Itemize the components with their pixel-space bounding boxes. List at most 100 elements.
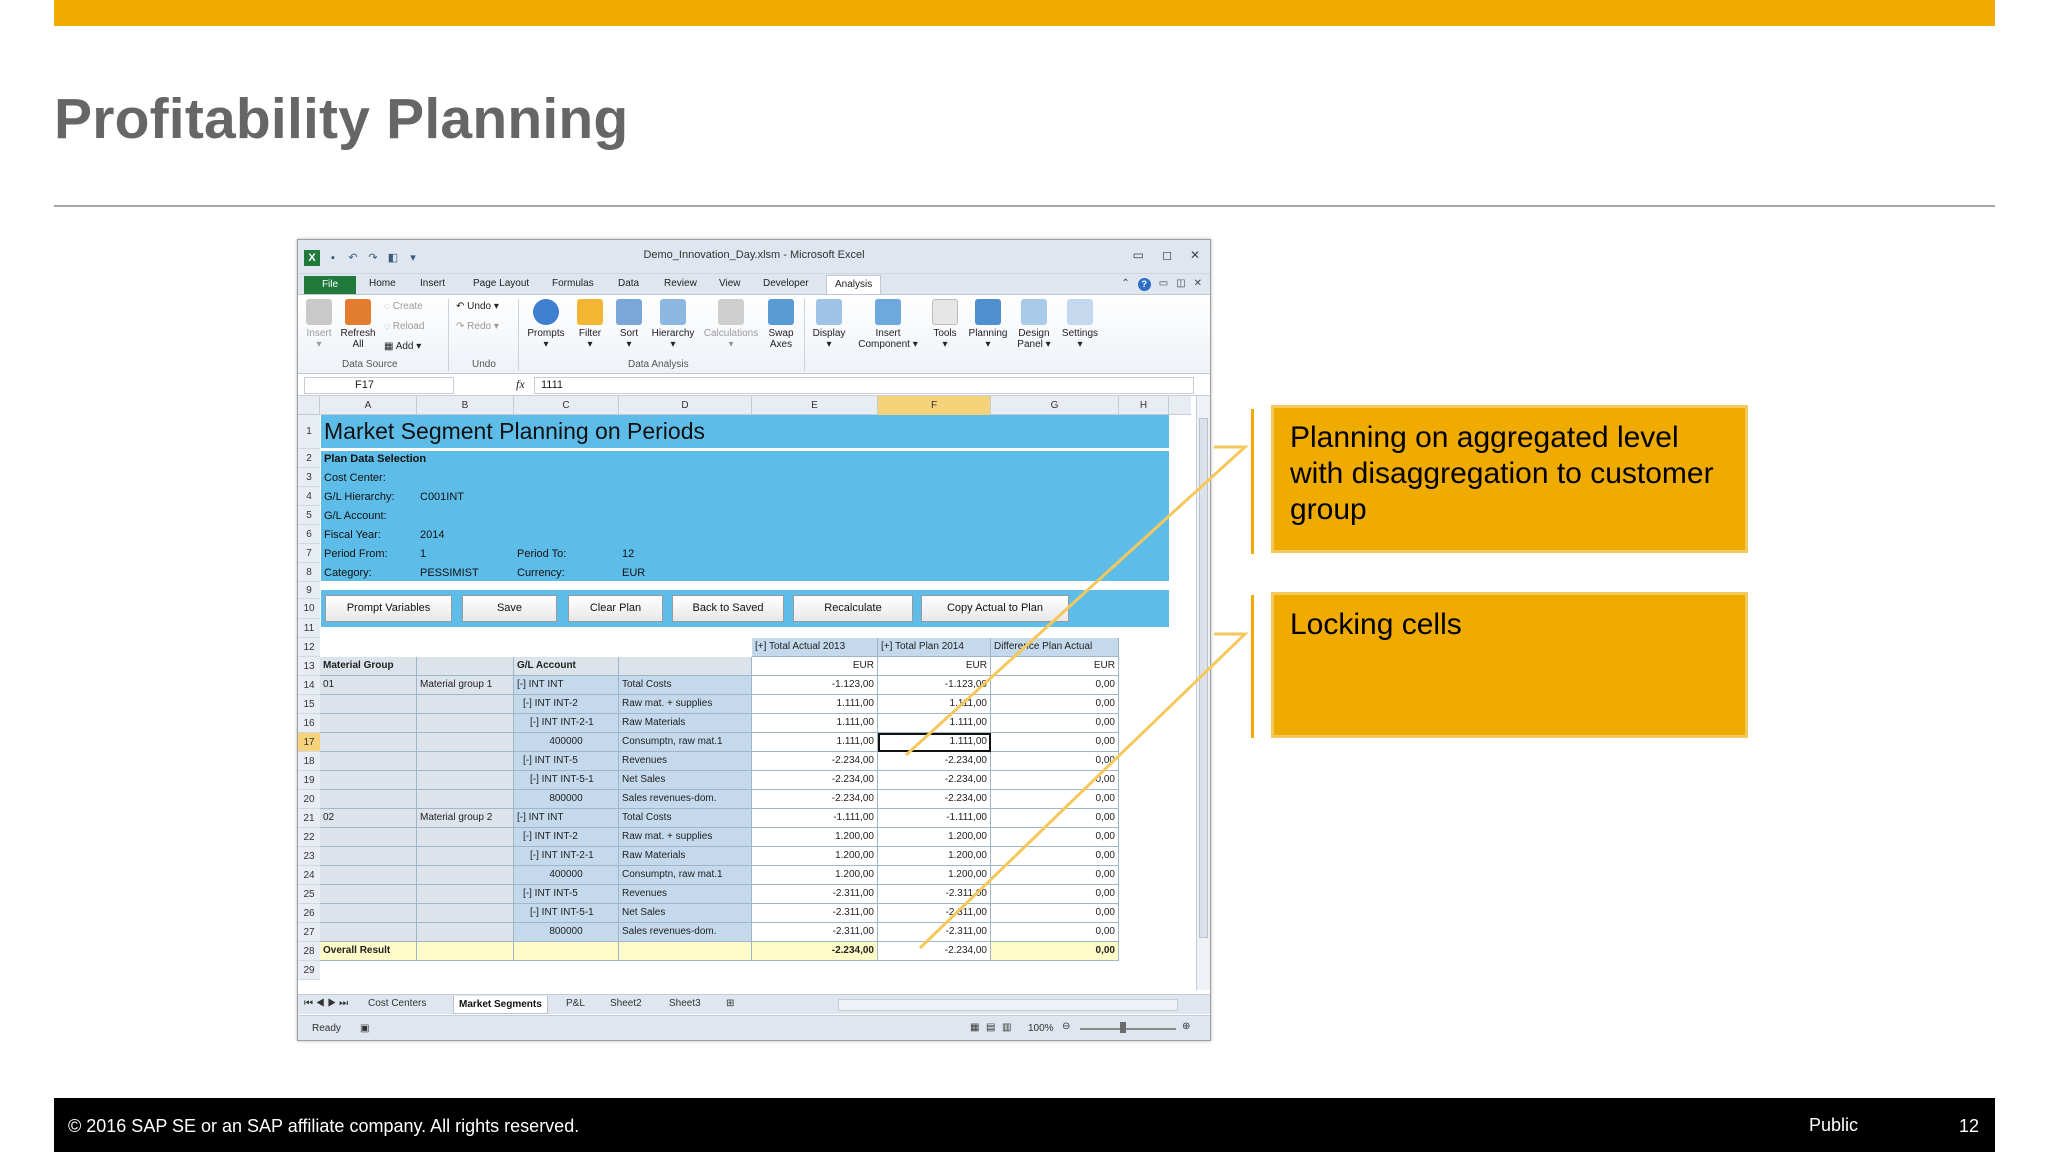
horizontal-scrollbar[interactable] bbox=[838, 999, 1178, 1011]
plan-value-cell[interactable]: 1.200,00 bbox=[878, 866, 991, 885]
clear-plan-button[interactable]: Clear Plan bbox=[568, 595, 663, 622]
gl-account-cell[interactable]: 400000 bbox=[514, 866, 619, 885]
settings-button[interactable]: Settings ▾ bbox=[1058, 299, 1102, 350]
material-group-cell[interactable] bbox=[320, 923, 417, 942]
difference-value-cell[interactable]: 0,00 bbox=[991, 714, 1119, 733]
difference-value-cell[interactable]: 0,00 bbox=[991, 676, 1119, 695]
insert-component-button[interactable]: Insert Component ▾ bbox=[854, 299, 922, 350]
insert-sheet-icon[interactable]: ⊞ bbox=[726, 998, 734, 1009]
column-header[interactable]: A bbox=[320, 396, 417, 415]
gl-account-cell[interactable]: [-] INT INT-2-1 bbox=[514, 714, 619, 733]
row-header[interactable]: 26 bbox=[298, 904, 320, 923]
material-group-cell[interactable] bbox=[320, 695, 417, 714]
column-header-material-group-text[interactable] bbox=[417, 657, 514, 676]
material-group-cell[interactable] bbox=[320, 866, 417, 885]
sort-button[interactable]: Sort ▾ bbox=[612, 299, 646, 350]
difference-value-cell[interactable]: 0,00 bbox=[991, 752, 1119, 771]
column-header-actual[interactable]: [+] Total Actual 2013 bbox=[752, 638, 878, 657]
column-header-difference[interactable]: Difference Plan Actual bbox=[991, 638, 1119, 657]
sheet-tab[interactable]: Sheet2 bbox=[610, 998, 642, 1009]
workbook-close-icon[interactable]: ✕ bbox=[1194, 278, 1202, 291]
create-button[interactable]: ◌ Create bbox=[384, 301, 423, 312]
material-group-cell[interactable] bbox=[320, 847, 417, 866]
zoom-in-icon[interactable]: ⊕ bbox=[1182, 1021, 1190, 1032]
zoom-out-icon[interactable]: ⊖ bbox=[1062, 1021, 1070, 1032]
sheet-nav-icon[interactable]: ⏮ ◀ ▶ ⏭ bbox=[304, 998, 348, 1009]
hierarchy-button[interactable]: Hierarchy ▾ bbox=[650, 299, 696, 350]
column-header[interactable]: E bbox=[752, 396, 878, 415]
plan-value-cell[interactable]: 1.200,00 bbox=[878, 828, 991, 847]
gl-account-cell[interactable]: [-] INT INT-2 bbox=[514, 828, 619, 847]
unit-header[interactable]: EUR bbox=[752, 657, 878, 676]
tab-home[interactable]: Home bbox=[369, 278, 396, 289]
row-header[interactable]: 11 bbox=[298, 619, 320, 638]
gl-account-text-cell[interactable]: Net Sales bbox=[619, 904, 752, 923]
back-to-saved-button[interactable]: Back to Saved bbox=[672, 595, 784, 622]
material-group-cell[interactable] bbox=[320, 885, 417, 904]
close-icon[interactable]: ✕ bbox=[1190, 248, 1200, 262]
gl-account-cell[interactable]: [-] INT INT bbox=[514, 676, 619, 695]
gl-account-text-cell[interactable]: Raw mat. + supplies bbox=[619, 695, 752, 714]
zoom-level[interactable]: 100% bbox=[1028, 1023, 1054, 1034]
add-button[interactable]: ▦ Add ▾ bbox=[384, 341, 421, 352]
row-header[interactable]: 15 bbox=[298, 695, 320, 714]
gl-account-cell[interactable]: [-] INT INT bbox=[514, 809, 619, 828]
material-group-cell[interactable]: 02 bbox=[320, 809, 417, 828]
plan-value-cell[interactable]: -2.234,00 bbox=[878, 790, 991, 809]
material-group-cell[interactable] bbox=[320, 771, 417, 790]
prompt-variables-button[interactable]: Prompt Variables bbox=[325, 595, 452, 622]
planning-button[interactable]: Planning ▾ bbox=[966, 299, 1010, 350]
gl-account-text-cell[interactable]: Raw Materials bbox=[619, 714, 752, 733]
help-icon[interactable]: ? bbox=[1137, 278, 1151, 291]
row-header[interactable]: 1 bbox=[298, 415, 320, 449]
plan-value-cell[interactable]: -2.311,00 bbox=[878, 923, 991, 942]
gl-account-cell[interactable]: 800000 bbox=[514, 790, 619, 809]
material-group-text-cell[interactable] bbox=[417, 752, 514, 771]
tab-analysis[interactable]: Analysis bbox=[826, 275, 882, 295]
difference-value-cell[interactable]: 0,00 bbox=[991, 923, 1119, 942]
difference-value-cell[interactable]: 0,00 bbox=[991, 733, 1119, 752]
column-header[interactable]: H bbox=[1119, 396, 1169, 415]
gl-account-text-cell[interactable]: Raw Materials bbox=[619, 847, 752, 866]
collapse-ribbon-icon[interactable]: ⌃ bbox=[1121, 278, 1129, 291]
column-header-material-group[interactable]: Material Group bbox=[320, 657, 417, 676]
row-header[interactable]: 13 bbox=[298, 657, 320, 676]
material-group-text-cell[interactable] bbox=[417, 866, 514, 885]
tab-page-layout[interactable]: Page Layout bbox=[473, 278, 529, 289]
row-header[interactable]: 7 bbox=[298, 544, 320, 563]
maximize-icon[interactable]: ◻ bbox=[1162, 248, 1172, 262]
gl-account-cell[interactable]: [-] INT INT-2 bbox=[514, 695, 619, 714]
overall-plan-cell[interactable]: -2.234,00 bbox=[878, 942, 991, 961]
difference-value-cell[interactable]: 0,00 bbox=[991, 790, 1119, 809]
row-header[interactable]: 29 bbox=[298, 961, 320, 980]
difference-value-cell[interactable]: 0,00 bbox=[991, 847, 1119, 866]
display-button[interactable]: Display ▾ bbox=[810, 299, 848, 350]
column-header-gl-account-text[interactable] bbox=[619, 657, 752, 676]
sheet-tab[interactable]: Sheet3 bbox=[669, 998, 701, 1009]
actual-value-cell[interactable]: -2.311,00 bbox=[752, 885, 878, 904]
actual-value-cell[interactable]: 1.111,00 bbox=[752, 695, 878, 714]
calculations-button[interactable]: Calculations ▾ bbox=[702, 299, 760, 350]
difference-value-cell[interactable]: 0,00 bbox=[991, 904, 1119, 923]
scrollbar-thumb[interactable] bbox=[1199, 418, 1208, 938]
gl-account-text-cell[interactable]: Sales revenues-dom. bbox=[619, 790, 752, 809]
column-header[interactable]: G bbox=[991, 396, 1119, 415]
material-group-cell[interactable] bbox=[320, 733, 417, 752]
overall-result-label[interactable]: Overall Result bbox=[320, 942, 417, 961]
plan-value-cell[interactable]: -1.111,00 bbox=[878, 809, 991, 828]
swap-axes-button[interactable]: Swap Axes bbox=[764, 299, 798, 350]
row-header-selected[interactable]: 17 bbox=[298, 733, 320, 752]
difference-value-cell[interactable]: 0,00 bbox=[991, 828, 1119, 847]
actual-value-cell[interactable]: 1.200,00 bbox=[752, 828, 878, 847]
copy-actual-to-plan-button[interactable]: Copy Actual to Plan bbox=[921, 595, 1069, 622]
plan-value-cell[interactable]: 1.111,00 bbox=[878, 733, 991, 752]
sheet-tab[interactable]: P&L bbox=[566, 998, 585, 1009]
material-group-cell[interactable] bbox=[320, 790, 417, 809]
row-header[interactable]: 5 bbox=[298, 506, 320, 525]
gl-account-text-cell[interactable]: Sales revenues-dom. bbox=[619, 923, 752, 942]
normal-view-icon[interactable]: ▦ bbox=[970, 1022, 979, 1033]
plan-value-cell[interactable]: -1.123,00 bbox=[878, 676, 991, 695]
macro-record-icon[interactable]: ▣ bbox=[360, 1023, 369, 1034]
row-header[interactable]: 9 bbox=[298, 582, 320, 599]
insert-button[interactable]: Insert ▾ bbox=[304, 299, 334, 350]
